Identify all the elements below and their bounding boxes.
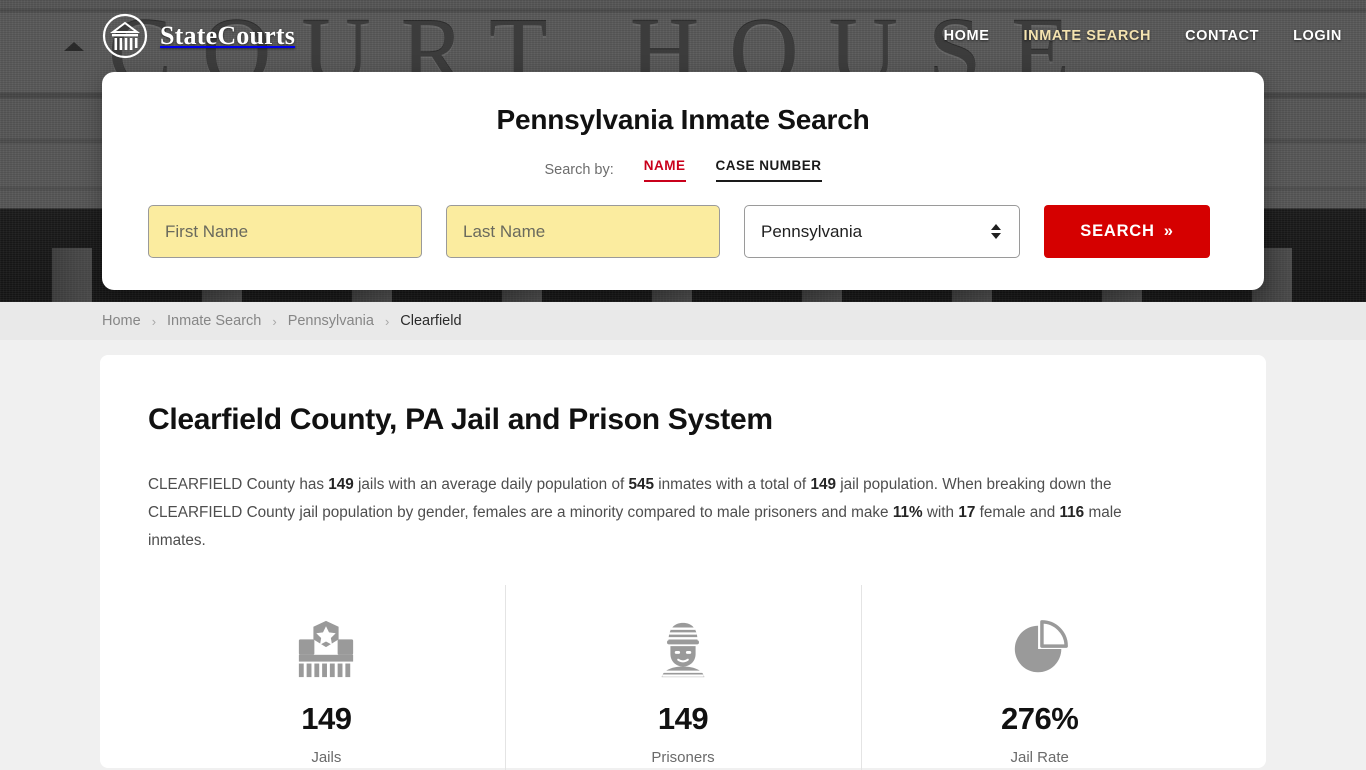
- nav-item-contact[interactable]: CONTACT: [1185, 28, 1259, 44]
- search-button-label: SEARCH: [1080, 222, 1155, 240]
- hero-header: COURT HOUSE StateCourts HOME INMATE SEAR…: [0, 0, 1366, 302]
- nav-item-home[interactable]: HOME: [944, 28, 990, 44]
- stat-jails-label: Jails: [311, 749, 342, 766]
- chevron-updown-icon: [991, 224, 1001, 239]
- summary-female-percent: 11%: [892, 504, 923, 521]
- summary-avg-daily-population: 545: [628, 476, 654, 493]
- jail-building-icon: [148, 617, 505, 681]
- brand-logo-link[interactable]: StateCourts: [102, 13, 295, 59]
- summary-text-6: female and: [975, 504, 1060, 521]
- search-card-title: Pennsylvania Inmate Search: [496, 104, 870, 135]
- statistics-row: 149 Jails 149 Prisoners 276% Jail Rate: [148, 585, 1218, 770]
- stat-jail-rate-label: Jail Rate: [1010, 749, 1069, 766]
- county-summary-paragraph: CLEARFIELD County has 149 jails with an …: [148, 471, 1174, 555]
- stat-jail-rate-value: 276%: [1001, 701, 1079, 736]
- inmate-search-card: Pennsylvania Inmate Search Search by: NA…: [102, 72, 1264, 290]
- stat-jails-value: 149: [301, 701, 352, 736]
- first-name-input[interactable]: [148, 205, 422, 258]
- breadcrumb-bar: Home › Inmate Search › Pennsylvania › Cl…: [0, 302, 1366, 340]
- breadcrumb: Home › Inmate Search › Pennsylvania › Cl…: [102, 313, 462, 329]
- summary-female-count: 17: [958, 504, 976, 521]
- breadcrumb-separator-icon: ›: [151, 313, 157, 329]
- search-by-row: Search by: NAME CASE NUMBER: [148, 158, 1218, 182]
- primary-nav: HOME INMATE SEARCH CONTACT LOGIN: [944, 28, 1342, 44]
- stat-prisoners: 149 Prisoners: [504, 585, 862, 770]
- pie-chart-icon: [861, 617, 1218, 681]
- main-content-card: Clearfield County, PA Jail and Prison Sy…: [100, 355, 1266, 770]
- search-form: Pennsylvania SEARCH »: [148, 205, 1218, 258]
- breadcrumb-item-pennsylvania[interactable]: Pennsylvania: [288, 313, 374, 329]
- nav-item-login[interactable]: LOGIN: [1293, 28, 1342, 44]
- state-select-value: Pennsylvania: [761, 221, 863, 241]
- page-title: Clearfield County, PA Jail and Prison Sy…: [148, 403, 773, 436]
- stat-jails: 149 Jails: [148, 595, 505, 766]
- breadcrumb-item-inmate-search[interactable]: Inmate Search: [167, 313, 261, 329]
- summary-male-count: 116: [1059, 504, 1085, 521]
- brand-name-text: StateCourts: [160, 21, 296, 50]
- summary-text-2: jails with an average daily population o…: [353, 476, 629, 493]
- double-chevron-right-icon: »: [1163, 222, 1174, 240]
- summary-jails-count: 149: [328, 476, 354, 493]
- state-select[interactable]: Pennsylvania: [744, 205, 1020, 258]
- tab-search-by-case-number[interactable]: CASE NUMBER: [715, 158, 822, 182]
- stat-prisoners-label: Prisoners: [651, 749, 715, 766]
- nav-item-inmate-search[interactable]: INMATE SEARCH: [1024, 28, 1152, 44]
- tab-search-by-name[interactable]: NAME: [643, 158, 686, 182]
- last-name-input[interactable]: [446, 205, 720, 258]
- summary-text-1: CLEARFIELD County has: [148, 476, 329, 493]
- stat-jail-rate: 276% Jail Rate: [861, 585, 1218, 770]
- prisoner-icon: [505, 617, 862, 681]
- breadcrumb-item-clearfield: Clearfield: [400, 313, 462, 329]
- courthouse-circle-logo-icon: [102, 13, 148, 59]
- summary-total-jail-population: 149: [810, 476, 836, 493]
- breadcrumb-separator-icon: ›: [272, 313, 277, 329]
- stat-prisoners-value: 149: [657, 701, 709, 736]
- summary-text-5: with: [922, 504, 959, 521]
- summary-text-3: inmates with a total of: [653, 476, 811, 493]
- top-navigation-bar: StateCourts HOME INMATE SEARCH CONTACT L…: [0, 0, 1366, 72]
- breadcrumb-item-home[interactable]: Home: [102, 313, 141, 329]
- breadcrumb-separator-icon: ›: [384, 313, 390, 329]
- search-by-label: Search by:: [544, 162, 614, 178]
- search-button[interactable]: SEARCH »: [1044, 205, 1210, 258]
